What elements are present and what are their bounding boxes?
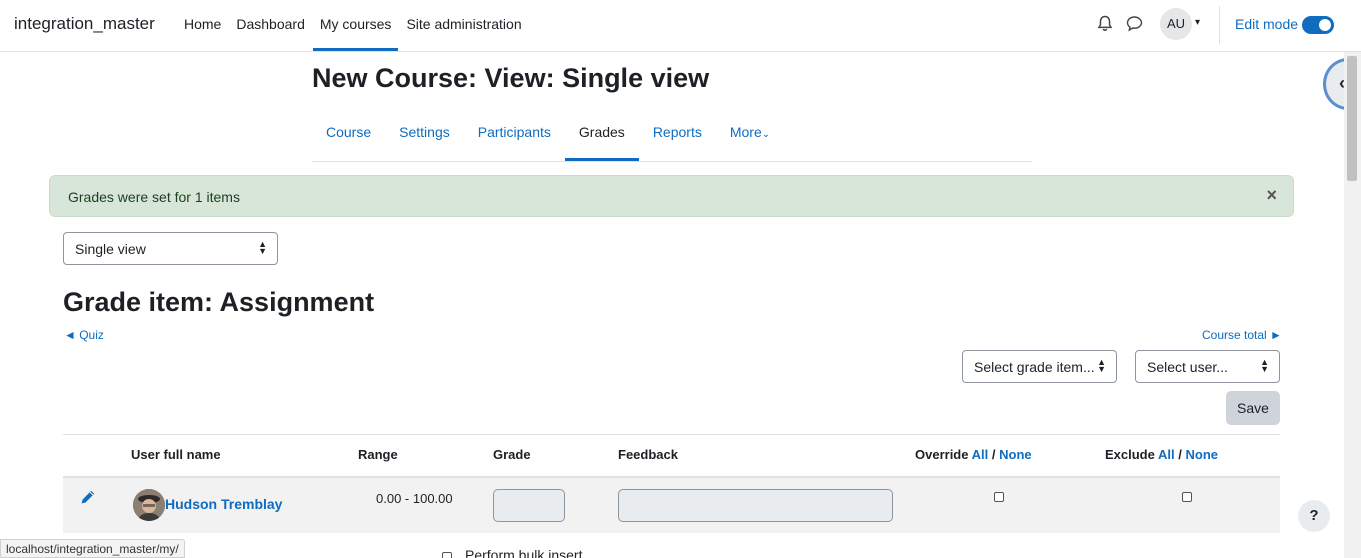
alert-message: Grades were set for 1 items xyxy=(68,189,240,205)
tab-more-label: More xyxy=(729,124,762,140)
tab-course[interactable]: Course xyxy=(312,108,385,161)
exclude-label: Exclude xyxy=(1105,447,1155,462)
grade-input[interactable] xyxy=(493,489,565,522)
primary-navigation: Home Dashboard My courses Site administr… xyxy=(177,0,530,52)
notification-bell-icon[interactable] xyxy=(1097,15,1113,33)
chevron-down-icon[interactable]: ▾ xyxy=(1195,17,1200,28)
exclude-all-link[interactable]: All xyxy=(1158,447,1175,462)
status-bar-url: localhost/integration_master/my/ xyxy=(0,539,185,558)
site-brand[interactable]: integration_master xyxy=(14,14,155,34)
tab-grades[interactable]: Grades xyxy=(564,108,639,161)
user-name-link[interactable]: Hudson Tremblay xyxy=(165,496,282,512)
exclude-separator: / xyxy=(1178,447,1182,462)
exclude-checkbox[interactable] xyxy=(1182,492,1192,502)
messages-icon[interactable] xyxy=(1126,15,1143,32)
report-view-value: Single view xyxy=(75,241,146,257)
toggle-knob xyxy=(1319,19,1331,31)
scrollbar-thumb[interactable] xyxy=(1347,56,1357,181)
user-menu-avatar[interactable]: AU xyxy=(1160,8,1192,40)
nav-home[interactable]: Home xyxy=(177,0,228,51)
feedback-input[interactable] xyxy=(618,489,893,522)
close-icon[interactable]: × xyxy=(1266,185,1277,206)
chevron-down-icon: ⌄ xyxy=(761,129,771,140)
exclude-none-link[interactable]: None xyxy=(1186,447,1219,462)
select-user[interactable]: Select user... ▲ ▼ xyxy=(1135,350,1280,383)
select-arrows-icon: ▲ ▼ xyxy=(1097,357,1106,374)
header-exclude: Exclude All / None xyxy=(1105,447,1218,462)
header-override: Override All / None xyxy=(915,447,1032,462)
override-all-link[interactable]: All xyxy=(972,447,989,462)
next-item-link[interactable]: Course total ► xyxy=(1202,328,1282,342)
select-grade-item[interactable]: Select grade item... ▲ ▼ xyxy=(962,350,1117,383)
tab-participants[interactable]: Participants xyxy=(464,108,565,161)
table-top-border xyxy=(63,434,1280,435)
tab-settings[interactable]: Settings xyxy=(385,108,464,161)
report-view-select[interactable]: Single view ▲ ▼ xyxy=(63,232,278,265)
navbar-divider xyxy=(1219,6,1220,44)
header-range: Range xyxy=(358,447,398,462)
select-user-value: Select user... xyxy=(1147,359,1228,375)
edit-pencil-icon[interactable] xyxy=(80,489,96,505)
save-button[interactable]: Save xyxy=(1226,391,1280,425)
bulk-insert-checkbox[interactable] xyxy=(442,552,452,558)
secondary-navigation: Course Settings Participants Grades Repo… xyxy=(312,108,1032,162)
nav-dashboard[interactable]: Dashboard xyxy=(229,0,312,51)
user-photo-icon xyxy=(133,489,165,521)
select-grade-item-value: Select grade item... xyxy=(974,359,1095,375)
page-title: New Course: View: Single view xyxy=(312,63,710,93)
edit-mode-toggle[interactable] xyxy=(1302,16,1334,34)
previous-item-link[interactable]: ◄ Quiz xyxy=(64,328,104,342)
override-label: Override xyxy=(915,447,969,462)
grade-item-heading: Grade item: Assignment xyxy=(63,287,375,317)
override-checkbox[interactable] xyxy=(994,492,1004,502)
bulk-insert-label: Perform bulk insert xyxy=(465,547,583,558)
header-feedback: Feedback xyxy=(618,447,678,462)
top-navbar: integration_master Home Dashboard My cou… xyxy=(0,0,1361,52)
help-button[interactable]: ? xyxy=(1298,500,1330,532)
nav-site-administration[interactable]: Site administration xyxy=(399,0,528,51)
user-avatar xyxy=(133,489,165,521)
override-none-link[interactable]: None xyxy=(999,447,1032,462)
tab-more[interactable]: More⌄ xyxy=(716,108,784,161)
header-grade: Grade xyxy=(493,447,531,462)
page-scrollbar[interactable] xyxy=(1344,52,1361,558)
tab-reports[interactable]: Reports xyxy=(639,108,716,161)
grade-range: 0.00 - 100.00 xyxy=(376,491,453,506)
override-separator: / xyxy=(991,447,996,462)
header-user-full-name: User full name xyxy=(131,447,221,462)
select-arrows-icon: ▲ ▼ xyxy=(1260,357,1269,374)
nav-my-courses[interactable]: My courses xyxy=(312,0,399,51)
success-alert: Grades were set for 1 items × xyxy=(49,175,1294,217)
select-arrows-icon: ▲ ▼ xyxy=(258,239,267,256)
edit-mode-label: Edit mode xyxy=(1235,16,1299,32)
